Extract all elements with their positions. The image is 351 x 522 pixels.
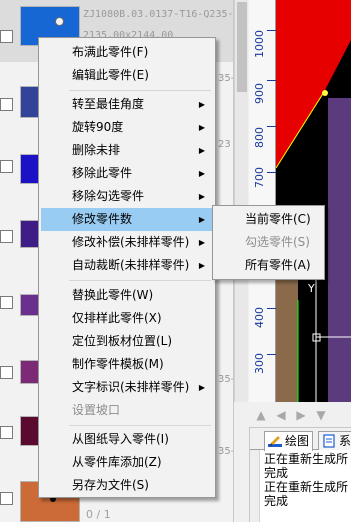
canvas-nav-bar: ▲ ◀ ▶ ▼ bbox=[249, 402, 351, 428]
menu-item-auto-cutoff[interactable]: 自动裁断(未排样零件) ▶ bbox=[41, 254, 213, 277]
submenu-arrow-icon: ▶ bbox=[198, 261, 205, 270]
submenu-arrow-icon: ▶ bbox=[198, 100, 205, 109]
list-counter: 0 / 1 bbox=[86, 508, 111, 521]
submenu-item-checked-parts: 勾选零件(S) bbox=[245, 235, 310, 249]
submenu-arrow-icon: ▶ bbox=[198, 169, 205, 178]
menu-item-locate-on-sheet[interactable]: 定位到板材位置(L) bbox=[41, 330, 213, 353]
arrow-up-icon[interactable]: ▲ bbox=[253, 407, 269, 423]
ruler-label: 400 bbox=[253, 307, 266, 328]
arrow-left-icon[interactable]: ◀ bbox=[273, 407, 289, 423]
menu-item-add-from-library[interactable]: 从零件库添加(Z) bbox=[41, 451, 213, 474]
menu-separator bbox=[69, 280, 211, 281]
menu-item-rotate-90[interactable]: 旋转90度 ▶ bbox=[41, 116, 213, 139]
canvas-drawing[interactable] bbox=[276, 0, 351, 402]
ruler-label: 700 bbox=[253, 167, 266, 188]
part-text-fragment: 35- bbox=[218, 73, 234, 84]
log-tabs: 绘图 系 bbox=[250, 428, 351, 451]
menu-item-import-from-drawing[interactable]: 从图纸导入零件(I) bbox=[41, 428, 213, 451]
quantity-submenu: 当前零件(C) 勾选零件(S) 所有零件(A) bbox=[212, 205, 325, 280]
menu-item-best-angle[interactable]: 转至最佳角度 ▶ bbox=[41, 93, 213, 116]
menu-item-fill-part[interactable]: 布满此零件(F) bbox=[41, 41, 213, 64]
menu-item-modify-compensation[interactable]: 修改补偿(未排样零件) ▶ bbox=[41, 231, 213, 254]
part-checkbox[interactable] bbox=[0, 30, 13, 43]
part-checkbox[interactable] bbox=[0, 230, 13, 243]
part-checkbox[interactable] bbox=[0, 296, 13, 309]
submenu-arrow-icon: ▶ bbox=[198, 123, 205, 132]
menu-item-nest-only[interactable]: 仅排样此零件(X) bbox=[41, 307, 213, 330]
log-line: 正在重新生成所 bbox=[264, 480, 349, 494]
context-menu: 布满此零件(F) 编辑此零件(E) 转至最佳角度 ▶ 旋转90度 ▶ 删除未排 ▶ 移… bbox=[38, 37, 216, 498]
scrollbar-thumb[interactable] bbox=[237, 2, 247, 92]
log-line: 完成 bbox=[264, 494, 289, 508]
part-hole-icon bbox=[55, 17, 64, 26]
menu-separator bbox=[69, 90, 211, 91]
part-checkbox[interactable] bbox=[0, 492, 13, 505]
list-scrollbar[interactable] bbox=[234, 0, 248, 402]
part-code: ZJ1080B.03.0137-T16-Q235-1 bbox=[83, 9, 234, 20]
log-line: 正在重新生成所 bbox=[264, 452, 349, 466]
purple-plate bbox=[328, 98, 351, 402]
ruler-label: 1000 bbox=[253, 30, 266, 58]
menu-item-text-label[interactable]: 文字标识(未排样零件) ▶ bbox=[41, 376, 213, 399]
submenu-arrow-icon: ▶ bbox=[198, 192, 205, 201]
brown-strip bbox=[276, 268, 298, 402]
arrow-down-icon[interactable]: ▼ bbox=[313, 407, 329, 423]
tab-draw[interactable]: 绘图 bbox=[264, 431, 314, 451]
log-output: 正在重新生成所 完成 正在重新生成所 完成 bbox=[264, 452, 348, 508]
submenu-item-current-part[interactable]: 当前零件(C) bbox=[215, 208, 322, 231]
submenu-arrow-icon: ▶ bbox=[198, 146, 205, 155]
menu-separator bbox=[69, 425, 211, 426]
part-text-fragment: 35- bbox=[218, 446, 234, 457]
nesting-canvas[interactable]: 1000 900 800 700 600 500 400 300 Y bbox=[249, 0, 351, 402]
part-checkbox[interactable] bbox=[0, 98, 13, 111]
vertex-marker bbox=[322, 90, 328, 96]
menu-item-delete-unnested[interactable]: 删除未排 ▶ bbox=[41, 139, 213, 162]
log-scrollbar[interactable] bbox=[250, 450, 260, 522]
part-text-fragment: 23 bbox=[218, 139, 231, 150]
arrow-right-icon[interactable]: ▶ bbox=[293, 407, 309, 423]
menu-item-remove-checked[interactable]: 移除勾选零件 ▶ bbox=[41, 185, 213, 208]
menu-item-remove-part[interactable]: 移除此零件 ▶ bbox=[41, 162, 213, 185]
submenu-arrow-icon: ▶ bbox=[198, 215, 205, 224]
menu-item-replace-part[interactable]: 替换此零件(W) bbox=[41, 284, 213, 307]
ruler-label: 800 bbox=[253, 127, 266, 148]
ruler-label: 900 bbox=[253, 83, 266, 104]
log-panel: 绘图 系 正在重新生成所 完成 正在重新生成所 完成 bbox=[249, 428, 351, 522]
document-icon bbox=[323, 434, 335, 448]
draw-icon bbox=[268, 436, 282, 447]
submenu-arrow-icon: ▶ bbox=[198, 383, 205, 392]
submenu-arrow-icon: ▶ bbox=[198, 238, 205, 247]
log-line: 完成 bbox=[264, 466, 289, 480]
menu-item-make-template[interactable]: 制作零件模板(M) bbox=[41, 353, 213, 376]
part-checkbox[interactable] bbox=[0, 160, 13, 173]
submenu-item-all-parts[interactable]: 所有零件(A) bbox=[215, 254, 322, 277]
y-axis-label: Y bbox=[308, 282, 315, 295]
menu-item-set-bevel: 设置坡口 bbox=[72, 403, 121, 417]
menu-item-modify-quantity[interactable]: 修改零件数 ▶ bbox=[41, 208, 213, 231]
menu-item-save-as-file[interactable]: 另存为文件(S) bbox=[41, 474, 213, 497]
ruler-label: 300 bbox=[253, 353, 266, 374]
tab-system[interactable]: 系 bbox=[318, 431, 351, 450]
vertical-ruler: 1000 900 800 700 600 500 400 300 bbox=[249, 0, 276, 402]
menu-item-edit-part[interactable]: 编辑此零件(E) bbox=[41, 64, 213, 87]
part-text-fragment: 35- bbox=[218, 374, 234, 385]
